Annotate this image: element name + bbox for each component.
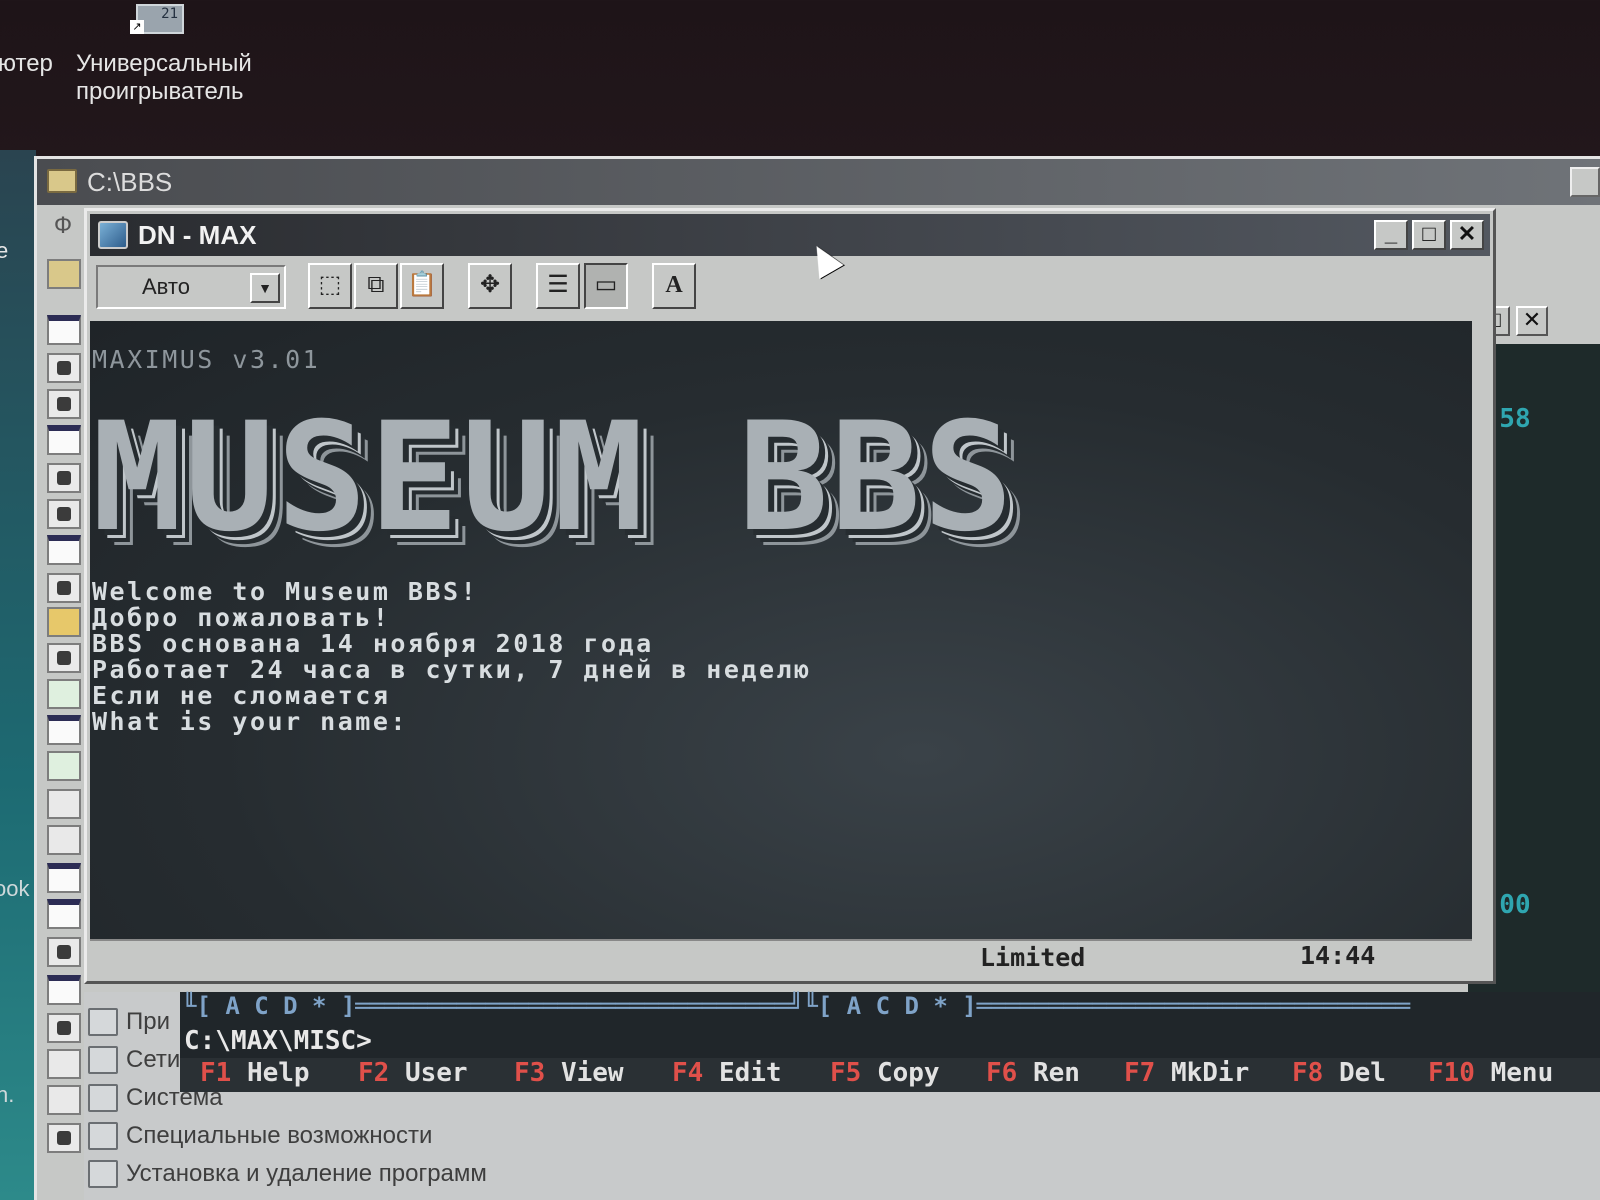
dn-max-window[interactable]: DN - MAX _ □ ✕ Авто ▼ ⬚ ⧉ 📋 ✥ ☰ ▭ A MAXI…: [84, 208, 1496, 984]
copy-icon[interactable]: ⧉: [354, 263, 398, 309]
shortcut-arrow-icon: ↗: [130, 20, 144, 34]
bbs-status-bar: Limited 14:44: [90, 939, 1472, 975]
config-file-icon[interactable]: [47, 1085, 81, 1115]
config-file-icon[interactable]: [47, 1049, 81, 1079]
fkey-mkdir[interactable]: F7 MkDir: [1124, 1058, 1249, 1088]
font-size-value: Авто: [142, 274, 190, 299]
desktop-edge-label: e: [0, 238, 9, 263]
window-file-icon[interactable]: [47, 315, 81, 345]
start-menu-item[interactable]: Установка и удаление программ: [126, 1160, 487, 1188]
fkey-edit[interactable]: F4 Edit: [672, 1058, 782, 1088]
vertical-scrollbar[interactable]: [1473, 321, 1493, 939]
terminal-line: Добро пожаловать!: [92, 603, 391, 632]
fkey-user[interactable]: F2 User: [358, 1058, 468, 1088]
document-icon[interactable]: [47, 937, 81, 967]
document-icon[interactable]: [47, 643, 81, 673]
system-icon: [88, 1084, 118, 1112]
window-title: DN - MAX: [138, 220, 257, 250]
config-file-icon[interactable]: [47, 789, 81, 819]
folder-icon: [47, 169, 77, 193]
menu-file[interactable]: Ф: [43, 207, 83, 245]
desktop-edge-label: n.: [0, 1082, 15, 1107]
accessibility-icon: [88, 1122, 118, 1150]
network-icon: [88, 1046, 118, 1074]
window-file-icon[interactable]: [47, 715, 81, 745]
terminal-line: Если не сломается: [92, 681, 391, 710]
desktop-icon-label[interactable]: Универсальный: [76, 50, 252, 78]
start-menu-item[interactable]: Система: [126, 1084, 223, 1112]
maximize-button[interactable]: □: [1412, 220, 1446, 250]
window-file-icon[interactable]: [47, 975, 81, 1005]
close-button[interactable]: ✕: [1450, 220, 1484, 250]
start-menu-item[interactable]: Специальные возможности: [126, 1122, 432, 1150]
settings-file-icon[interactable]: [47, 607, 81, 637]
window-file-icon[interactable]: [47, 863, 81, 893]
bbs-folder-title: C:\BBS: [87, 167, 173, 197]
document-icon[interactable]: [47, 353, 81, 383]
document-icon[interactable]: [47, 389, 81, 419]
fkey-view[interactable]: F3 View: [514, 1058, 624, 1088]
document-icon[interactable]: [47, 1013, 81, 1043]
minimize-button[interactable]: [1570, 167, 1600, 197]
fkey-del[interactable]: F8 Del: [1292, 1058, 1386, 1088]
minimize-button[interactable]: _: [1374, 220, 1408, 250]
start-menu-item[interactable]: Сети: [126, 1046, 180, 1074]
fkey-menu[interactable]: F10 Menu: [1428, 1058, 1553, 1088]
name-prompt[interactable]: What is your name:: [92, 707, 408, 736]
museum-bbs-banner: MUSEUM BBS: [92, 403, 1432, 553]
access-level: Limited: [980, 943, 1086, 972]
desktop-label-computer[interactable]: ютер: [0, 50, 53, 78]
file-icon-strip: [41, 249, 85, 1189]
desktop-edge-label: ook: [0, 876, 30, 901]
add-remove-programs-icon: [88, 1160, 118, 1188]
document-icon[interactable]: [47, 1123, 81, 1153]
session-time: 14:44: [1300, 941, 1376, 970]
word-document-icon[interactable]: [47, 751, 81, 781]
close-button[interactable]: ✕: [1516, 306, 1548, 336]
drive-panel-header: ╙[ A C D * ]════════════════════════════…: [182, 992, 1411, 1020]
window-file-icon[interactable]: [47, 899, 81, 929]
document-icon[interactable]: [47, 463, 81, 493]
window-file-icon[interactable]: [47, 425, 81, 455]
dos-toolbar: Авто ▼ ⬚ ⧉ 📋 ✥ ☰ ▭ A: [90, 259, 1490, 319]
ms-dos-app-icon[interactable]: [98, 221, 128, 249]
bbs-terminal-screen[interactable]: MAXIMUS v3.01 MUSEUM BBS Welcome to Muse…: [90, 321, 1472, 939]
desktop-icon-label[interactable]: проигрыватель: [76, 78, 244, 106]
dos-navigator-panel[interactable]: ╙[ A C D * ]════════════════════════════…: [180, 992, 1600, 1092]
dn-max-titlebar[interactable]: DN - MAX _ □ ✕: [90, 214, 1490, 256]
fullscreen-icon[interactable]: ✥: [468, 263, 512, 309]
fkey-ren[interactable]: F6 Ren: [986, 1058, 1080, 1088]
bbs-folder-titlebar[interactable]: C:\BBS: [37, 159, 1600, 205]
fkey-copy[interactable]: F5 Copy: [830, 1058, 940, 1088]
command-prompt[interactable]: C:\MAX\MISC>: [184, 1026, 372, 1056]
banner-text: MUSEUM BBS: [92, 391, 1016, 565]
terminal-line: Welcome to Museum BBS!: [92, 577, 479, 606]
start-menu-item[interactable]: При: [126, 1008, 170, 1036]
paste-icon[interactable]: 📋: [400, 263, 444, 309]
font-icon[interactable]: A: [652, 263, 696, 309]
mark-select-icon[interactable]: ⬚: [308, 263, 352, 309]
word-document-icon[interactable]: [47, 679, 81, 709]
config-file-icon[interactable]: [47, 825, 81, 855]
bbs-version: MAXIMUS v3.01: [92, 345, 321, 374]
document-icon[interactable]: [47, 573, 81, 603]
media-player-shortcut-icon[interactable]: 21 ↗: [130, 0, 190, 40]
terminal-line: BBS основана 14 ноября 2018 года: [92, 629, 654, 658]
chevron-down-icon[interactable]: ▼: [250, 273, 280, 303]
window-file-icon[interactable]: [47, 535, 81, 565]
programs-icon: [88, 1008, 118, 1036]
desktop-edge: [0, 150, 36, 1200]
background-icon[interactable]: ▭: [584, 263, 628, 309]
properties-icon[interactable]: ☰: [536, 263, 580, 309]
folder-icon[interactable]: [47, 259, 81, 289]
font-size-select[interactable]: Авто ▼: [96, 265, 286, 309]
function-key-bar: F1 Help F2 User F3 View F4 Edit F5 Copy …: [180, 1058, 1600, 1092]
terminal-line: Работает 24 часа в сутки, 7 дней в недел…: [92, 655, 812, 684]
document-icon[interactable]: [47, 499, 81, 529]
